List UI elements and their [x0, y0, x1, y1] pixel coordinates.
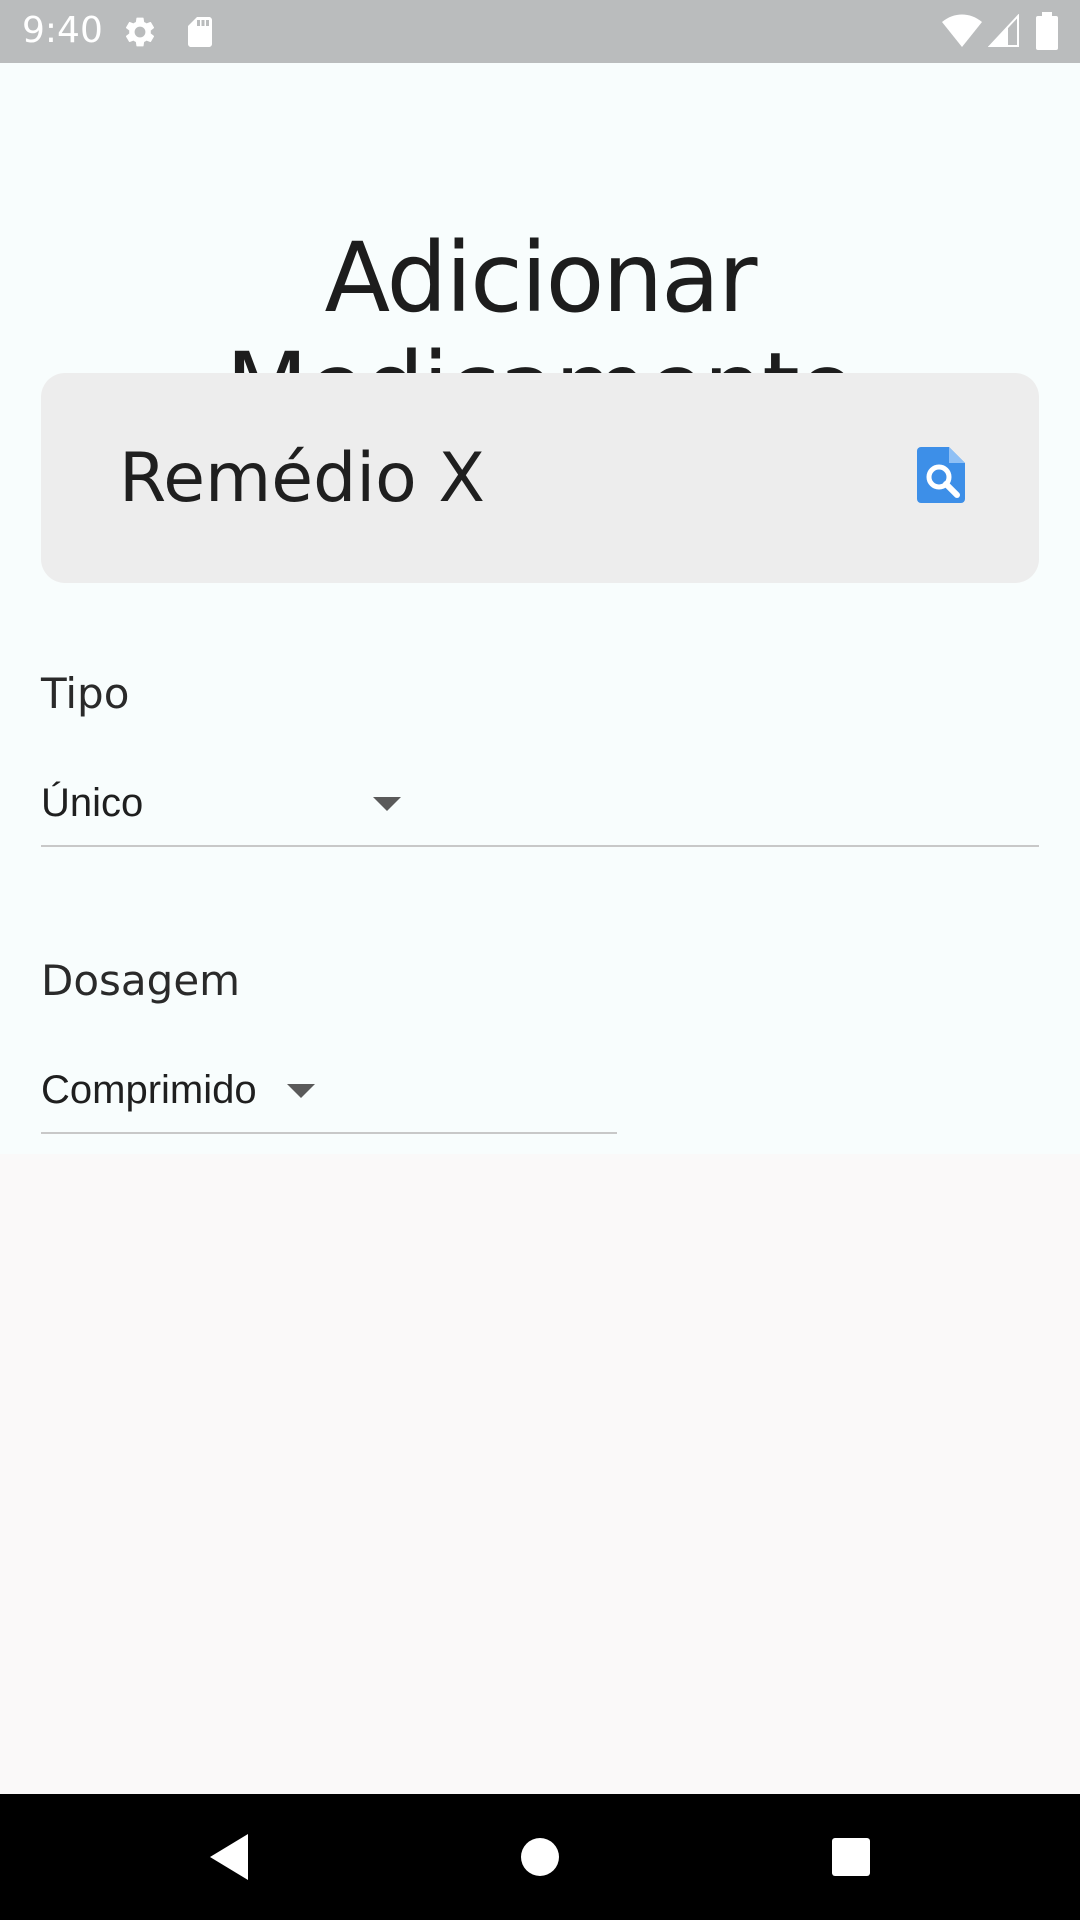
empty-area — [0, 1154, 1080, 1794]
signal-icon — [988, 14, 1019, 47]
recents-icon[interactable] — [818, 1824, 884, 1890]
wifi-icon — [942, 14, 982, 47]
tipo-label: Tipo — [41, 669, 130, 718]
status-time: 9:40 — [22, 10, 103, 51]
tipo-selected-value: Único — [41, 781, 144, 825]
dosagem-label: Dosagem — [41, 956, 241, 1005]
tipo-dropdown[interactable]: Único — [41, 773, 1039, 847]
status-bar: 9:40 — [0, 0, 1080, 63]
dosagem-dropdown-arrow-icon — [287, 1084, 315, 1098]
form-screen: Adicionar Medicamento Remédio X Tipo Úni… — [0, 63, 1080, 1154]
medication-name-value[interactable]: Remédio X — [119, 439, 485, 519]
gear-icon — [125, 17, 155, 47]
medication-name-field[interactable]: Remédio X — [41, 373, 1039, 583]
battery-icon — [1036, 12, 1058, 50]
dosagem-dropdown[interactable]: Comprimido — [41, 1060, 617, 1134]
navigation-bar — [0, 1794, 1080, 1920]
dosagem-selected-value: Comprimido — [41, 1068, 257, 1112]
document-search-icon[interactable] — [917, 447, 965, 503]
tipo-dropdown-arrow-icon — [373, 797, 401, 811]
sd-card-icon — [188, 17, 212, 47]
home-icon[interactable] — [507, 1824, 573, 1890]
back-icon[interactable] — [198, 1824, 264, 1890]
